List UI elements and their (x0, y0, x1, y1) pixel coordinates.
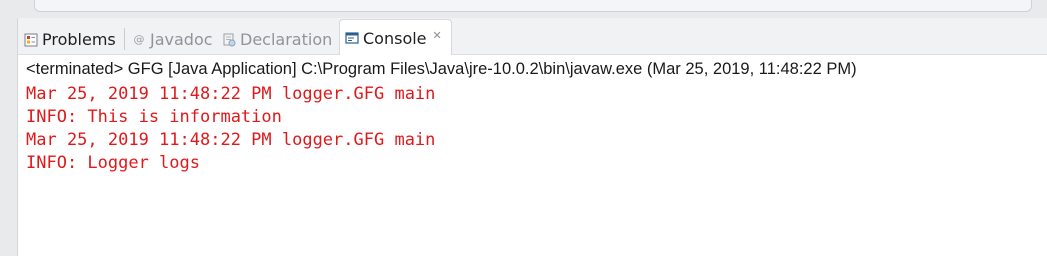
tab-declaration[interactable]: Declaration (222, 24, 332, 55)
left-frame (0, 18, 18, 256)
tab-problems[interactable]: Problems (24, 24, 116, 55)
tab-console[interactable]: Console ✕ (339, 19, 452, 56)
console-output-area[interactable]: <terminated> GFG [Java Application] C:\P… (18, 55, 1047, 256)
declaration-icon (222, 33, 236, 47)
view-tab-bar: Problems @ Javadoc Declaration Console ✕ (18, 18, 1047, 56)
tab-problems-label: Problems (42, 30, 116, 49)
console-output-line: INFO: This is information (26, 107, 282, 127)
problems-icon (24, 33, 38, 47)
tab-declaration-label: Declaration (240, 30, 333, 49)
tab-javadoc-label: Javadoc (150, 30, 213, 49)
console-icon (345, 31, 359, 45)
editor-area-edge (0, 0, 1047, 18)
at-sign-icon: @ (133, 33, 145, 46)
console-output-line: Mar 25, 2019 11:48:22 PM logger.GFG main (26, 130, 436, 150)
tab-separator (124, 28, 125, 50)
console-output-line: Mar 25, 2019 11:48:22 PM logger.GFG main (26, 84, 436, 104)
console-status-line: <terminated> GFG [Java Application] C:\P… (26, 60, 857, 78)
tab-console-label: Console (363, 28, 427, 48)
console-output-line: INFO: Logger logs (26, 153, 200, 173)
tab-javadoc[interactable]: @ Javadoc (132, 24, 213, 55)
editor-scroll-edge (34, 0, 1032, 12)
close-icon[interactable]: ✕ (433, 29, 442, 42)
eclipse-console-view: Problems @ Javadoc Declaration Console ✕… (0, 0, 1047, 256)
